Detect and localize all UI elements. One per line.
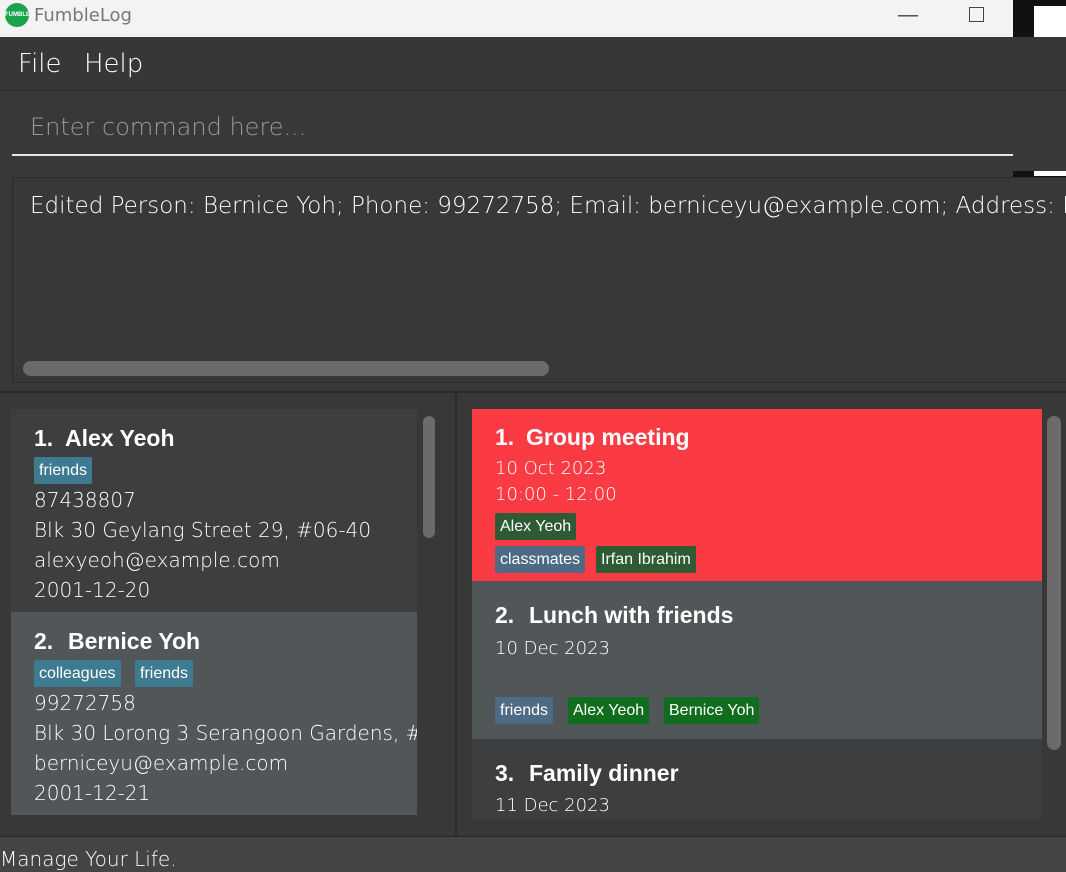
person-birthday: 2001-12-20 [34,578,151,602]
result-text: Edited Person: Bernice Yoh; Phone: 99272… [30,193,1066,219]
event-name: Group meeting [526,424,690,450]
tag-person: Alex Yeoh [568,697,650,724]
person-list-scrollbar[interactable] [423,416,435,538]
person-index: 2. [34,628,54,654]
menu-file[interactable]: File [18,49,62,79]
event-index: 3. [495,760,515,786]
person-email: berniceyu@example.com [34,751,289,775]
event-index: 2. [495,602,515,628]
event-list: 1. Group meeting 10 Oct 2023 10:00 - 12:… [472,409,1042,819]
tag-group: friends [495,697,554,724]
event-index: 1. [495,424,515,450]
event-name: Family dinner [529,760,679,786]
event-date: 11 Dec 2023 [495,795,610,816]
event-time: 10:00 - 12:00 [495,484,617,505]
tag-person: Irfan Ibrahim [596,546,696,573]
tag-person: Alex Yeoh [495,513,577,540]
tag-group: classmates [495,546,586,573]
event-date: 10 Dec 2023 [495,638,610,659]
event-date: 10 Oct 2023 [495,458,607,479]
minimize-icon[interactable]: — [898,4,918,27]
tag-person: Bernice Yoh [664,697,760,724]
person-name: Bernice Yoh [68,628,201,654]
menu-help[interactable]: Help [84,49,143,79]
event-card[interactable]: 1. Group meeting 10 Oct 2023 10:00 - 12:… [472,409,1042,581]
maximize-icon[interactable] [969,7,984,22]
person-card[interactable]: 1. Alex Yeoh friends 87438807 Blk 30 Gey… [11,409,417,612]
person-name: Alex Yeoh [65,425,175,451]
status-text: Manage Your Life. [0,847,177,871]
person-phone: 87438807 [34,488,136,512]
tag-friends: friends [34,457,93,484]
person-index: 1. [34,425,54,451]
command-input[interactable] [12,100,1013,156]
person-list: 1. Alex Yeoh friends 87438807 Blk 30 Gey… [11,409,417,815]
person-address: Blk 30 Geylang Street 29, #06-40 [34,518,372,542]
person-phone: 99272758 [34,691,136,715]
person-card[interactable]: 2. Bernice Yoh colleagues friends 992727… [11,612,417,815]
event-card[interactable]: 2. Lunch with friends 10 Dec 2023 friend… [472,581,1042,739]
app-logo-icon: FUMBLE.LOG [5,3,45,27]
title-bar: FUMBLE.LOG FumbleLog — [0,0,1066,37]
person-birthday: 2001-12-21 [34,781,151,805]
event-card[interactable]: 3. Family dinner 11 Dec 2023 [472,739,1042,819]
window-title: FumbleLog [34,5,132,26]
result-horizontal-scrollbar[interactable] [23,361,549,376]
person-email: alexyeoh@example.com [34,548,280,572]
event-name: Lunch with friends [529,602,734,628]
split-divider[interactable] [455,393,457,836]
event-list-scrollbar[interactable] [1047,416,1061,750]
tag-colleagues: colleagues [34,660,121,687]
tag-friends: friends [135,660,194,687]
person-address: Blk 30 Lorong 3 Serangoon Gardens, #07-1… [34,721,417,745]
menu-bar: File Help [0,37,1066,91]
